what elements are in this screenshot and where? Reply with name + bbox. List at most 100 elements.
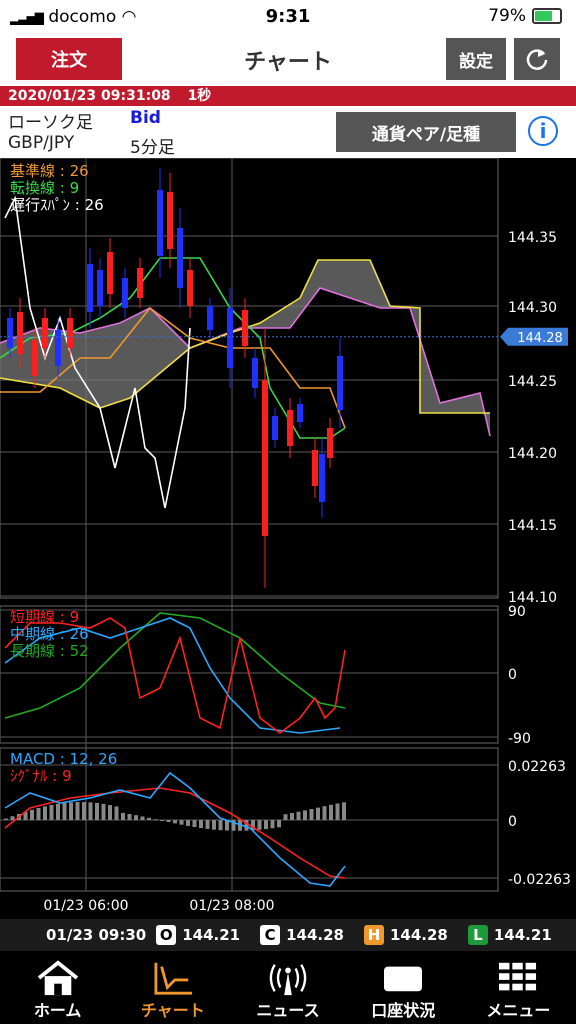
candle-body — [55, 330, 61, 366]
candle-body — [297, 404, 303, 422]
high-badge: H — [363, 925, 384, 945]
refresh-button[interactable] — [514, 38, 560, 80]
chart-type: ローソク足 — [8, 113, 93, 133]
tab-home[interactable]: ホーム — [0, 951, 115, 1024]
macd-tick-label: -0.02263 — [508, 872, 571, 888]
macd-histogram-bar — [101, 803, 106, 820]
chart-icon — [154, 962, 192, 995]
macd-histogram-bar — [322, 806, 327, 820]
macd-histogram-bar — [36, 807, 41, 820]
macd-legend-item: MACD : 12, 26 — [10, 750, 117, 768]
macd-histogram-bar — [62, 802, 67, 820]
price-tick-label: 144.25 — [508, 374, 557, 390]
main-legend-item: 遅行ｽﾊﾟﾝ : 26 — [10, 196, 104, 214]
candle-body — [137, 268, 143, 298]
candle-body — [107, 252, 113, 294]
candle-body — [287, 410, 293, 446]
macd-histogram-bar — [147, 817, 151, 820]
low-value: 144.21 — [493, 926, 552, 944]
macd-histogram-bar — [205, 820, 210, 829]
macd-histogram-bar — [75, 802, 80, 820]
macd-histogram-bar — [283, 814, 288, 820]
macd-histogram-bar — [153, 819, 158, 821]
price-side: Bid — [130, 108, 161, 128]
update-interval: 1秒 — [187, 88, 212, 104]
candle-body — [32, 340, 38, 376]
macd-histogram-bar — [173, 820, 177, 824]
macd-histogram-bar — [30, 809, 34, 820]
macd-histogram-bar — [121, 812, 125, 820]
macd-histogram-bar — [166, 820, 171, 823]
candle-body — [242, 310, 248, 346]
battery-status: 79% — [488, 6, 562, 26]
current-price-label: 144.28 — [517, 331, 563, 346]
battery-icon — [532, 8, 562, 24]
pair-timeframe-button[interactable]: 通貨ペア/足種 — [336, 112, 516, 152]
macd-histogram-bar — [335, 803, 340, 820]
ma-tick-label: 0 — [508, 667, 517, 683]
macd-histogram-bar — [270, 820, 275, 829]
settings-button[interactable]: 設定 — [446, 38, 506, 80]
candle-body — [157, 190, 163, 256]
tab-chart[interactable]: チャート — [115, 951, 230, 1024]
account-icon — [384, 966, 423, 992]
candle-body — [87, 264, 93, 312]
tab-label: チャート — [140, 1001, 205, 1020]
candle-body — [97, 270, 103, 306]
candle-body — [7, 318, 13, 348]
candle-body — [17, 312, 23, 354]
macd-histogram-bar — [179, 820, 184, 825]
macd-histogram-bar — [4, 818, 8, 820]
candle-body — [167, 192, 173, 249]
close-badge: C — [260, 925, 281, 945]
tab-menu[interactable]: メニュー — [461, 951, 576, 1024]
macd-histogram-bar — [212, 820, 216, 830]
macd-histogram-bar — [69, 802, 73, 820]
news-icon — [269, 964, 307, 996]
candle-body — [312, 450, 318, 486]
ma-tick-label: 90 — [508, 604, 526, 620]
tab-news[interactable]: ニュース — [230, 951, 345, 1024]
tab-label: メニュー — [486, 1001, 551, 1020]
macd-histogram-bar — [56, 803, 60, 820]
macd-histogram-bar — [264, 820, 268, 830]
chart-area[interactable]: 144.35144.30144.25144.20144.15144.10144.… — [0, 158, 576, 919]
macd-histogram-bar — [186, 820, 190, 826]
candle-body — [337, 356, 343, 410]
macd-tick-label: 0 — [508, 814, 517, 830]
macd-histogram-bar — [160, 820, 164, 821]
macd-histogram-bar — [329, 804, 333, 820]
macd-histogram-bar — [309, 809, 314, 820]
macd-histogram-bar — [108, 805, 112, 820]
open-value: 144.21 — [182, 926, 241, 944]
macd-histogram-bar — [43, 806, 47, 820]
macd-tick-label: 0.02263 — [508, 759, 566, 775]
macd-legend-item: ｼｸﾞﾅﾙ : 9 — [10, 767, 72, 785]
ohlc-bar: 01/23 09:30 O 144.21 C 144.28 H 144.28 L… — [0, 919, 576, 951]
candle-body — [227, 308, 233, 368]
main-legend-item: 基準線 : 26 — [10, 162, 89, 180]
info-button[interactable]: i — [528, 116, 558, 146]
app-header: 注文 チャート 設定 — [0, 34, 576, 86]
macd-histogram-bar — [303, 810, 307, 820]
macd-histogram-bar — [316, 807, 320, 820]
timestamp-bar: 2020/01/23 09:31:08 1秒 — [0, 86, 576, 106]
price-tick-label: 144.35 — [508, 230, 557, 246]
ma-tick-label: -90 — [508, 731, 531, 747]
macd-histogram-bar — [127, 813, 132, 820]
open-badge: O — [156, 925, 177, 945]
info-icon: i — [539, 119, 547, 143]
macd-histogram-bar — [10, 816, 15, 820]
status-bar: ▂▃▅▇ docomo ◠ 9:31 79% — [0, 0, 576, 34]
refresh-icon — [526, 49, 548, 70]
tab-label: ニュース — [256, 1001, 320, 1020]
tab-account[interactable]: 口座状況 — [346, 951, 461, 1024]
battery-percent: 79% — [488, 6, 526, 26]
macd-histogram-bar — [88, 802, 93, 820]
macd-histogram-bar — [82, 802, 86, 820]
currency-pair: GBP/JPY — [8, 133, 75, 153]
ma-legend-item: 短期線 : 9 — [10, 608, 79, 626]
tab-label: ホーム — [33, 1001, 82, 1020]
candle-body — [207, 306, 213, 330]
candle-body — [262, 380, 268, 536]
